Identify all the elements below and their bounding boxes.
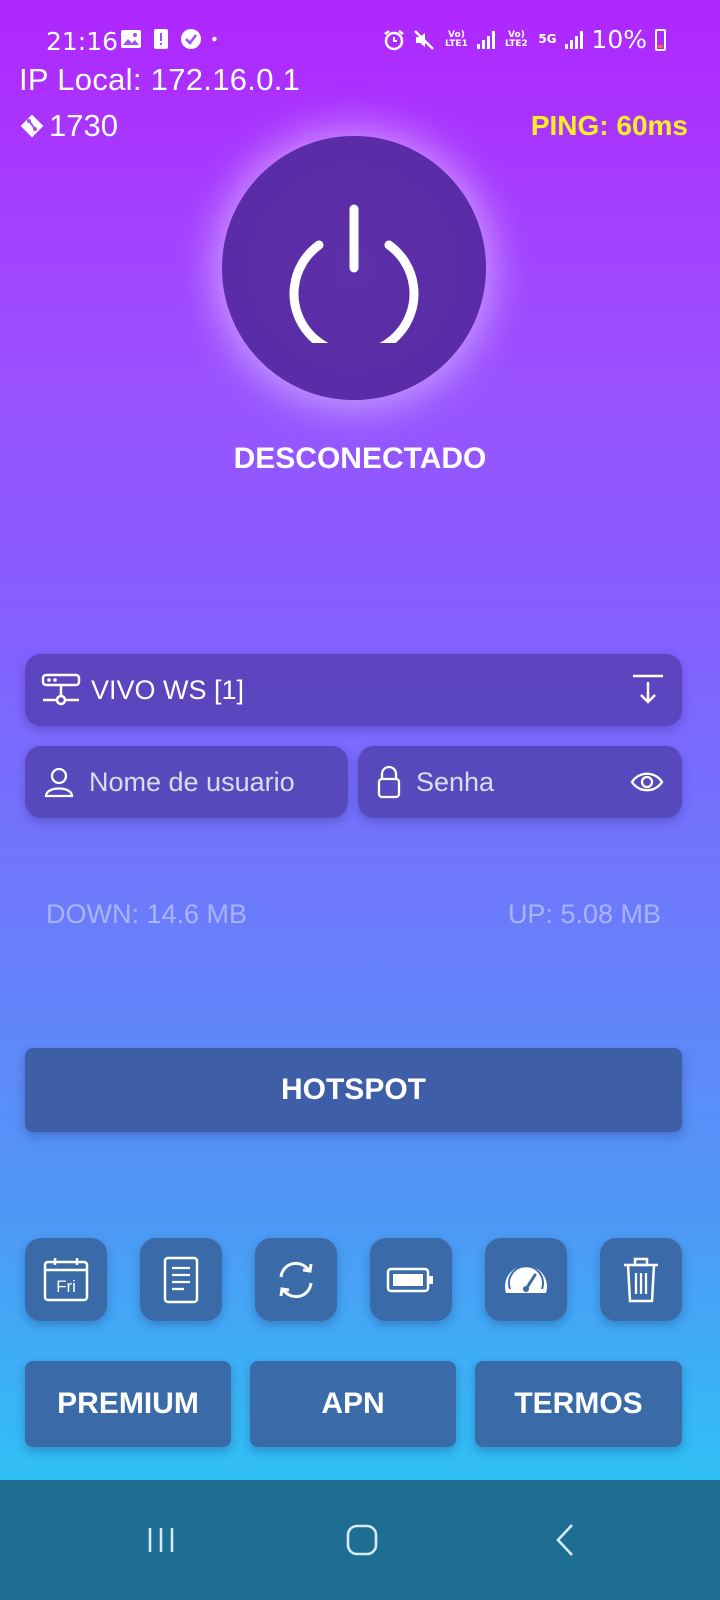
- port-value: 1730: [49, 108, 118, 143]
- logs-button[interactable]: [140, 1238, 222, 1321]
- home-icon: [346, 1524, 378, 1556]
- sim1-label: Vo) LTE1: [445, 29, 468, 49]
- battery-icon: [655, 28, 666, 51]
- status-left-icons: [120, 28, 224, 50]
- port-display: 1730: [17, 108, 118, 144]
- speedometer-icon: [505, 1264, 547, 1293]
- hotspot-button[interactable]: HOTSPOT: [25, 1048, 682, 1132]
- ping-text: PING: 60ms: [530, 110, 688, 141]
- download-arrow-icon: [633, 674, 663, 704]
- tool-icon-row: Fri: [25, 1238, 682, 1321]
- back-icon: [556, 1524, 573, 1556]
- connection-status: DESCONECTADO: [233, 442, 487, 475]
- gallery-icon: [121, 30, 141, 48]
- battery-percent: 10%: [591, 25, 647, 54]
- server-name: VIVO WS [1]: [91, 674, 245, 705]
- status-time: 21:16: [46, 27, 119, 56]
- download-traffic: DOWN: 14.6 MB: [46, 899, 248, 929]
- speedtest-button[interactable]: [485, 1238, 567, 1321]
- alarm-icon: [384, 29, 405, 50]
- home-button[interactable]: [332, 1510, 392, 1570]
- username-field[interactable]: [25, 746, 348, 818]
- refresh-icon: [279, 1261, 313, 1298]
- calendar-button[interactable]: Fri: [25, 1238, 107, 1321]
- system-nav-bar: [0, 1480, 720, 1600]
- dot-icon: [212, 36, 217, 42]
- upload-traffic: UP: 5.08 MB: [507, 899, 661, 929]
- calendar-day: Fri: [56, 1277, 76, 1296]
- premium-button[interactable]: PREMIUM: [25, 1361, 231, 1447]
- sim2-label: Vo) LTE2: [505, 29, 528, 49]
- signal-icon: [565, 30, 584, 49]
- battery-button[interactable]: [370, 1238, 452, 1321]
- recent-apps-icon: [148, 1528, 174, 1552]
- network-type-label: 5G: [538, 32, 557, 46]
- trash-button[interactable]: [600, 1238, 682, 1321]
- server-icon: [41, 673, 81, 706]
- power-button[interactable]: [222, 136, 486, 400]
- password-field[interactable]: [358, 746, 682, 818]
- ip-local-text: IP Local: 172.16.0.1: [19, 62, 301, 97]
- user-icon: [44, 767, 74, 798]
- recent-apps-button[interactable]: [131, 1510, 191, 1570]
- app-screen: 21:16 Vo) LTE1 Vo) LTE2 5G 10% IP Local:…: [0, 0, 720, 1600]
- refresh-button[interactable]: [255, 1238, 337, 1321]
- mute-icon: [414, 29, 435, 50]
- power-icon: [289, 204, 419, 343]
- battery-icon: [386, 1267, 433, 1292]
- trash-icon: [624, 1257, 658, 1302]
- back-button[interactable]: [535, 1510, 595, 1570]
- signal-icon: [477, 30, 496, 49]
- password-input[interactable]: [414, 765, 630, 799]
- calendar-icon: Fri: [43, 1257, 89, 1301]
- status-bar: 21:16 Vo) LTE1 Vo) LTE2 5G 10%: [0, 0, 720, 62]
- check-badge-icon: [181, 29, 201, 49]
- termos-button[interactable]: TERMOS: [475, 1361, 682, 1447]
- lock-icon: [377, 765, 401, 799]
- server-selector[interactable]: VIVO WS [1]: [25, 654, 682, 726]
- apn-button[interactable]: APN: [250, 1361, 456, 1447]
- username-input[interactable]: [87, 765, 330, 799]
- document-icon: [163, 1256, 199, 1303]
- status-right-icons: Vo) LTE1 Vo) LTE2 5G 10%: [383, 25, 666, 54]
- alert-icon: [154, 29, 168, 49]
- eye-icon[interactable]: [630, 770, 664, 794]
- git-commit-icon: [20, 114, 44, 138]
